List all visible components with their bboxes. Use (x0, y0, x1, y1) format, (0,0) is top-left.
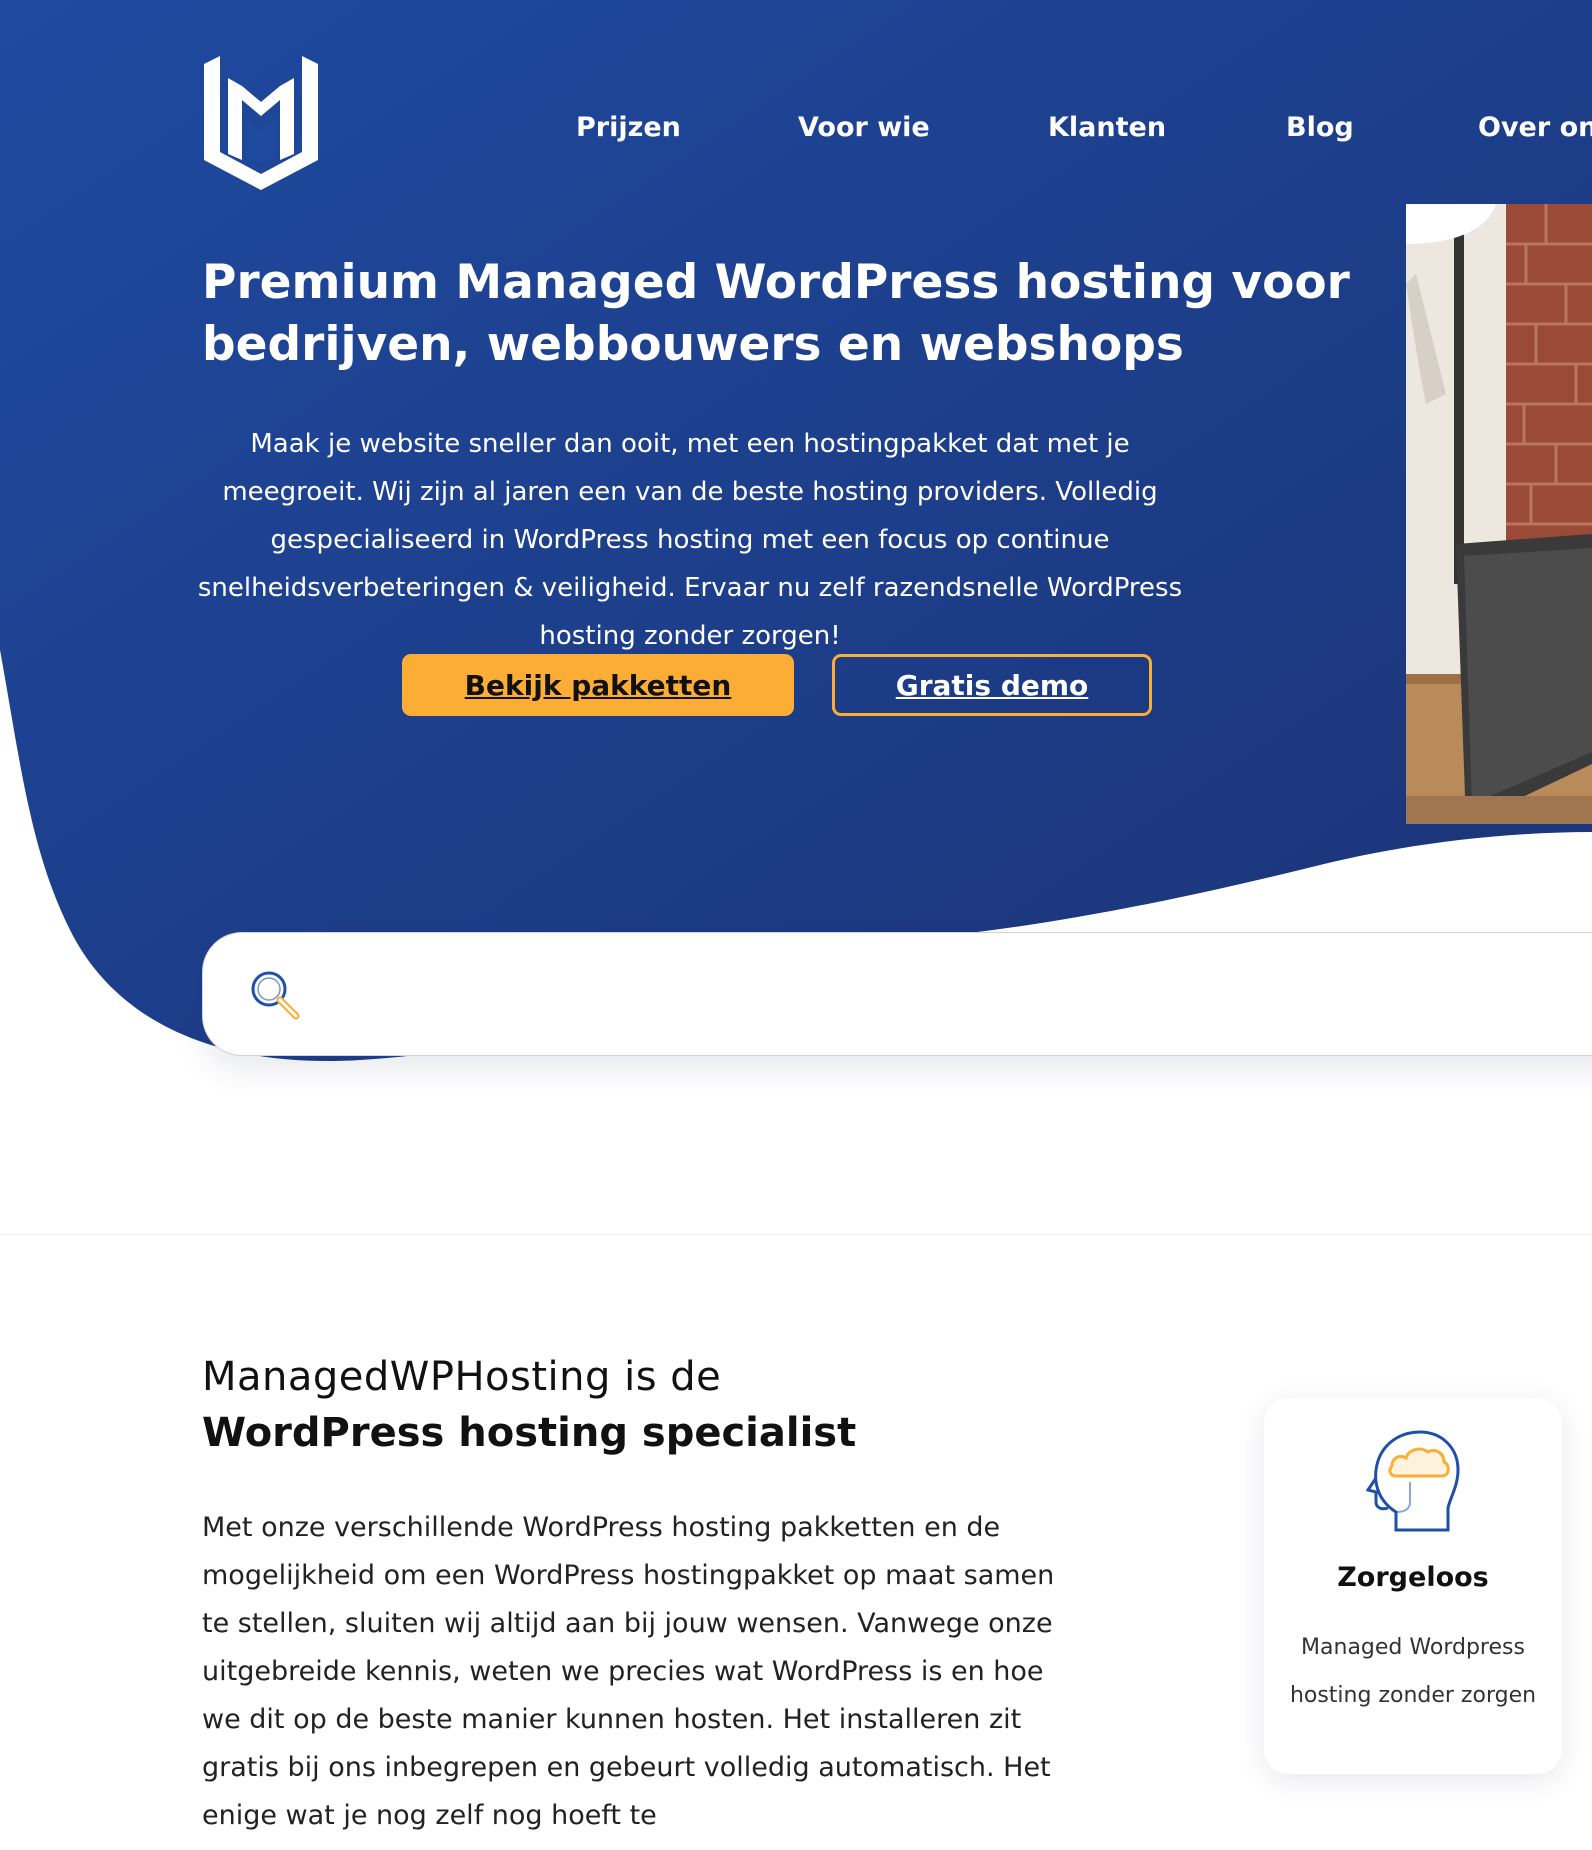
intro-heading-light: ManagedWPHosting is de (202, 1354, 722, 1400)
hero-description: Maak je website sneller dan ooit, met ee… (197, 429, 1183, 651)
hero-photo (1406, 204, 1592, 824)
free-demo-button[interactable]: Gratis demo (832, 654, 1152, 716)
feature-card-zorgeloos: Zorgeloos Managed Wordpress hosting zond… (1264, 1398, 1562, 1774)
intro-heading-bold: WordPress hosting specialist (202, 1410, 857, 1456)
intro-paragraph: Met onze verschillende WordPress hosting… (202, 1512, 1055, 1831)
view-packages-button[interactable]: Bekijk pakketten (402, 654, 794, 716)
feature-description: Managed Wordpress hosting zonder zorgen (1289, 1635, 1537, 1708)
office-photo-image (1406, 204, 1592, 824)
nav-item-voor-wie[interactable]: Voor wie (798, 112, 930, 143)
brand-logo[interactable] (200, 56, 322, 190)
search-icon[interactable] (249, 969, 301, 1021)
search-bar (202, 932, 1592, 1056)
hero-title: Premium Managed WordPress hosting voor b… (202, 255, 1350, 372)
nav-item-blog[interactable]: Blog (1286, 112, 1354, 143)
head-cloud-icon (1366, 1430, 1460, 1532)
search-input[interactable] (323, 963, 1527, 1027)
section-divider (0, 1234, 1592, 1235)
nav-item-klanten[interactable]: Klanten (1048, 112, 1166, 143)
feature-title: Zorgeloos (1337, 1562, 1489, 1593)
nav-item-over-ons[interactable]: Over ons (1478, 112, 1592, 143)
nav-item-prijzen[interactable]: Prijzen (576, 112, 681, 143)
